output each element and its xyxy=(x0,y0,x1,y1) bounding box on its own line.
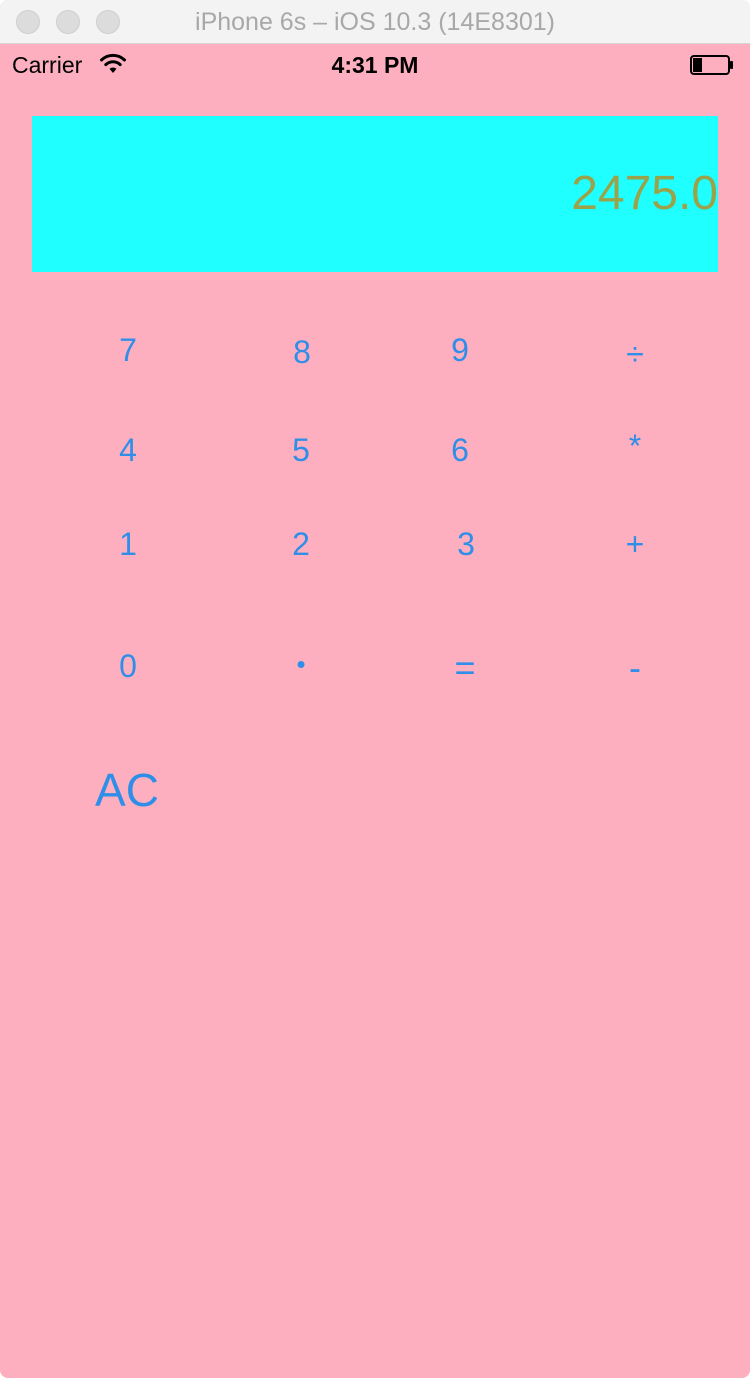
key-2[interactable]: 2 xyxy=(261,514,341,574)
window-title: iPhone 6s – iOS 10.3 (14E8301) xyxy=(195,8,555,36)
result-display: 2475.0 xyxy=(32,116,718,272)
status-time: 4:31 PM xyxy=(331,52,419,78)
clear-button[interactable]: AC xyxy=(67,760,187,820)
key-1[interactable]: 1 xyxy=(88,514,168,574)
key-9[interactable]: 9 xyxy=(420,320,500,380)
key-8[interactable]: 8 xyxy=(262,322,342,382)
key-minus[interactable]: - xyxy=(595,638,675,698)
key-5[interactable]: 5 xyxy=(261,420,341,480)
battery-icon xyxy=(690,55,733,75)
key-0[interactable]: 0 xyxy=(88,636,168,696)
display-value: 2475.0 xyxy=(571,167,718,220)
key-decimal[interactable]: • xyxy=(261,634,341,694)
key-multiply[interactable]: * xyxy=(595,416,675,476)
key-3[interactable]: 3 xyxy=(426,514,506,574)
window-titlebar: iPhone 6s – iOS 10.3 (14E8301) xyxy=(0,0,750,44)
key-equals[interactable]: = xyxy=(425,638,505,698)
key-6[interactable]: 6 xyxy=(420,420,500,480)
status-bar: Carrier 4:31 PM xyxy=(0,44,750,84)
key-4[interactable]: 4 xyxy=(88,420,168,480)
key-plus[interactable]: + xyxy=(595,514,675,574)
key-7[interactable]: 7 xyxy=(88,320,168,380)
key-divide[interactable]: ÷ xyxy=(595,324,675,384)
simulator-window: iPhone 6s – iOS 10.3 (14E8301) Carrier 4… xyxy=(0,0,750,1378)
